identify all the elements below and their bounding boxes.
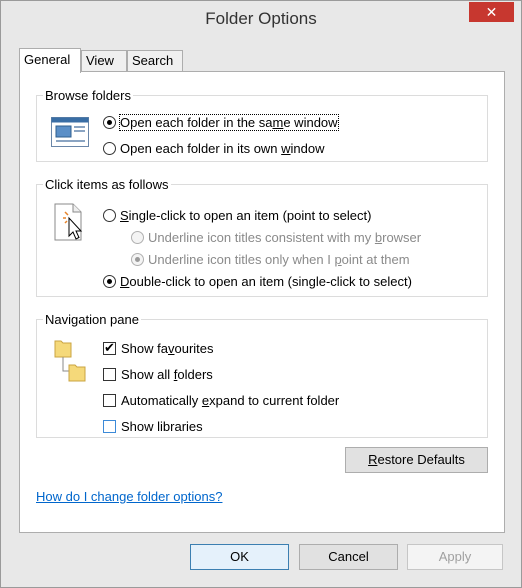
double-click-option[interactable]: Double-click to open an item (single-cli…	[103, 274, 412, 289]
window-icon	[51, 117, 89, 147]
double-click-label[interactable]: Double-click to open an item (single-cli…	[120, 274, 412, 289]
checkmark-icon: ✔	[104, 340, 115, 355]
tab-search[interactable]: Search	[127, 50, 183, 71]
show-favourites-checkbox[interactable]: ✔	[103, 340, 116, 355]
underline-consistent-radio[interactable]	[131, 231, 144, 244]
single-click-radio[interactable]	[103, 209, 116, 222]
single-click-option[interactable]: Single-click to open an item (point to s…	[103, 208, 371, 223]
show-libraries-label[interactable]: Show libraries	[121, 419, 203, 434]
click-items-legend: Click items as follows	[45, 177, 169, 192]
folder-options-dialog: Folder Options ✕ General View Search Bro…	[0, 0, 522, 588]
folder-tree-icon	[54, 340, 86, 382]
show-all-folders-checkbox[interactable]	[103, 368, 116, 381]
title-bar[interactable]: Folder Options ✕	[1, 1, 521, 39]
general-tab-panel: Browse folders Open each folder in the s…	[19, 71, 505, 533]
restore-defaults-button[interactable]: Restore Defaults	[345, 447, 488, 473]
same-window-option[interactable]: Open each folder in the same window	[103, 114, 339, 131]
cancel-button[interactable]: Cancel	[299, 544, 398, 570]
browse-folders-legend: Browse folders	[45, 88, 131, 103]
navigation-pane-group: Navigation pane ✔ Show favourites Show a…	[36, 312, 488, 438]
double-click-radio[interactable]	[103, 275, 116, 288]
same-window-label[interactable]: Open each folder in the same window	[119, 114, 339, 131]
apply-button[interactable]: Apply	[407, 544, 503, 570]
ok-button[interactable]: OK	[190, 544, 289, 570]
tab-view[interactable]: View	[81, 50, 127, 71]
click-items-group: Click items as follows Single-click to o…	[36, 177, 488, 297]
own-window-option[interactable]: Open each folder in its own window	[103, 141, 325, 156]
close-button[interactable]: ✕	[469, 2, 514, 22]
auto-expand-label[interactable]: Automatically expand to current folder	[121, 393, 339, 408]
underline-consistent-label[interactable]: Underline icon titles consistent with my…	[148, 230, 421, 245]
close-icon[interactable]: ✕	[486, 4, 498, 20]
same-window-radio[interactable]	[103, 116, 116, 129]
underline-point-radio[interactable]	[131, 253, 144, 266]
own-window-radio[interactable]	[103, 142, 116, 155]
tab-general[interactable]: General	[19, 48, 81, 73]
show-all-folders-label[interactable]: Show all folders	[121, 367, 213, 382]
underline-consistent-option[interactable]: Underline icon titles consistent with my…	[131, 230, 421, 245]
single-click-label[interactable]: Single-click to open an item (point to s…	[120, 208, 371, 223]
navigation-pane-legend: Navigation pane	[45, 312, 139, 327]
auto-expand-option[interactable]: Automatically expand to current folder	[103, 393, 339, 408]
underline-point-option[interactable]: Underline icon titles only when I point …	[131, 252, 410, 267]
window-title: Folder Options	[205, 9, 317, 28]
auto-expand-checkbox[interactable]	[103, 394, 116, 407]
cursor-document-icon	[54, 203, 83, 241]
browse-folders-group: Browse folders Open each folder in the s…	[36, 88, 488, 162]
show-favourites-option[interactable]: ✔ Show favourites	[103, 340, 214, 356]
show-all-folders-option[interactable]: Show all folders	[103, 367, 213, 382]
show-libraries-option[interactable]: Show libraries	[103, 419, 203, 434]
help-link[interactable]: How do I change folder options?	[36, 489, 222, 504]
own-window-label[interactable]: Open each folder in its own window	[120, 141, 325, 156]
show-libraries-checkbox[interactable]	[103, 420, 116, 433]
underline-point-label[interactable]: Underline icon titles only when I point …	[148, 252, 410, 267]
show-favourites-label[interactable]: Show favourites	[121, 341, 214, 356]
